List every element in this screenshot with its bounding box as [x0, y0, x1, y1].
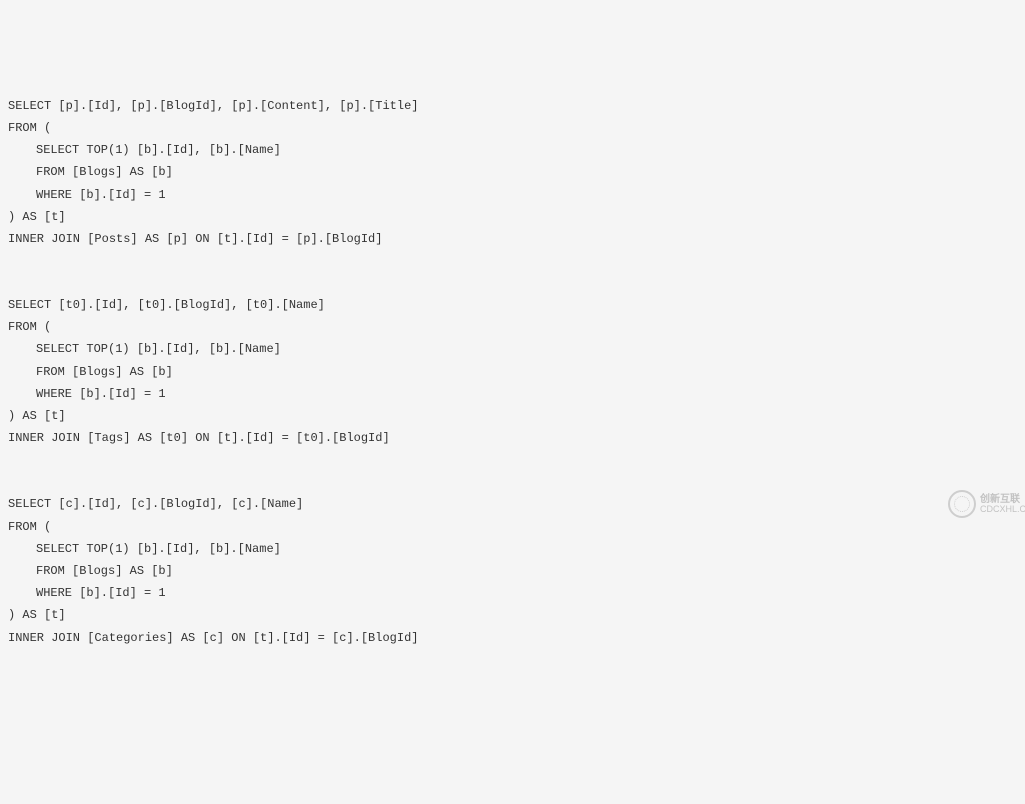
blank-line [8, 272, 1017, 294]
code-line: SELECT [c].[Id], [c].[BlogId], [c].[Name… [8, 493, 1017, 515]
code-line: INNER JOIN [Posts] AS [p] ON [t].[Id] = … [8, 228, 1017, 250]
code-line: FROM ( [8, 516, 1017, 538]
code-line: ) AS [t] [8, 206, 1017, 228]
code-line: SELECT [t0].[Id], [t0].[BlogId], [t0].[N… [8, 294, 1017, 316]
code-line: ) AS [t] [8, 604, 1017, 626]
code-line: INNER JOIN [Tags] AS [t0] ON [t].[Id] = … [8, 427, 1017, 449]
code-line: FROM ( [8, 316, 1017, 338]
code-line: INNER JOIN [Categories] AS [c] ON [t].[I… [8, 627, 1017, 649]
watermark-brand-sub: CDCXHL.COM [980, 505, 1025, 515]
code-line: FROM ( [8, 117, 1017, 139]
watermark-brand-cn: 创新互联 [980, 494, 1025, 505]
blank-line [8, 471, 1017, 493]
code-line: WHERE [b].[Id] = 1 [8, 383, 1017, 405]
watermark-text: 创新互联 CDCXHL.COM [980, 494, 1025, 515]
blank-line [8, 449, 1017, 471]
code-line: SELECT [p].[Id], [p].[BlogId], [p].[Cont… [8, 95, 1017, 117]
code-line: FROM [Blogs] AS [b] [8, 361, 1017, 383]
code-line: WHERE [b].[Id] = 1 [8, 184, 1017, 206]
code-line: ) AS [t] [8, 405, 1017, 427]
code-line: SELECT TOP(1) [b].[Id], [b].[Name] [8, 139, 1017, 161]
code-line: FROM [Blogs] AS [b] [8, 560, 1017, 582]
blank-line [8, 250, 1017, 272]
sql-code-block: SELECT [p].[Id], [p].[BlogId], [p].[Cont… [8, 95, 1017, 649]
watermark-icon [948, 490, 976, 518]
watermark-logo: 创新互联 CDCXHL.COM [948, 488, 1013, 520]
code-line: WHERE [b].[Id] = 1 [8, 582, 1017, 604]
code-line: SELECT TOP(1) [b].[Id], [b].[Name] [8, 338, 1017, 360]
code-line: SELECT TOP(1) [b].[Id], [b].[Name] [8, 538, 1017, 560]
code-line: FROM [Blogs] AS [b] [8, 161, 1017, 183]
